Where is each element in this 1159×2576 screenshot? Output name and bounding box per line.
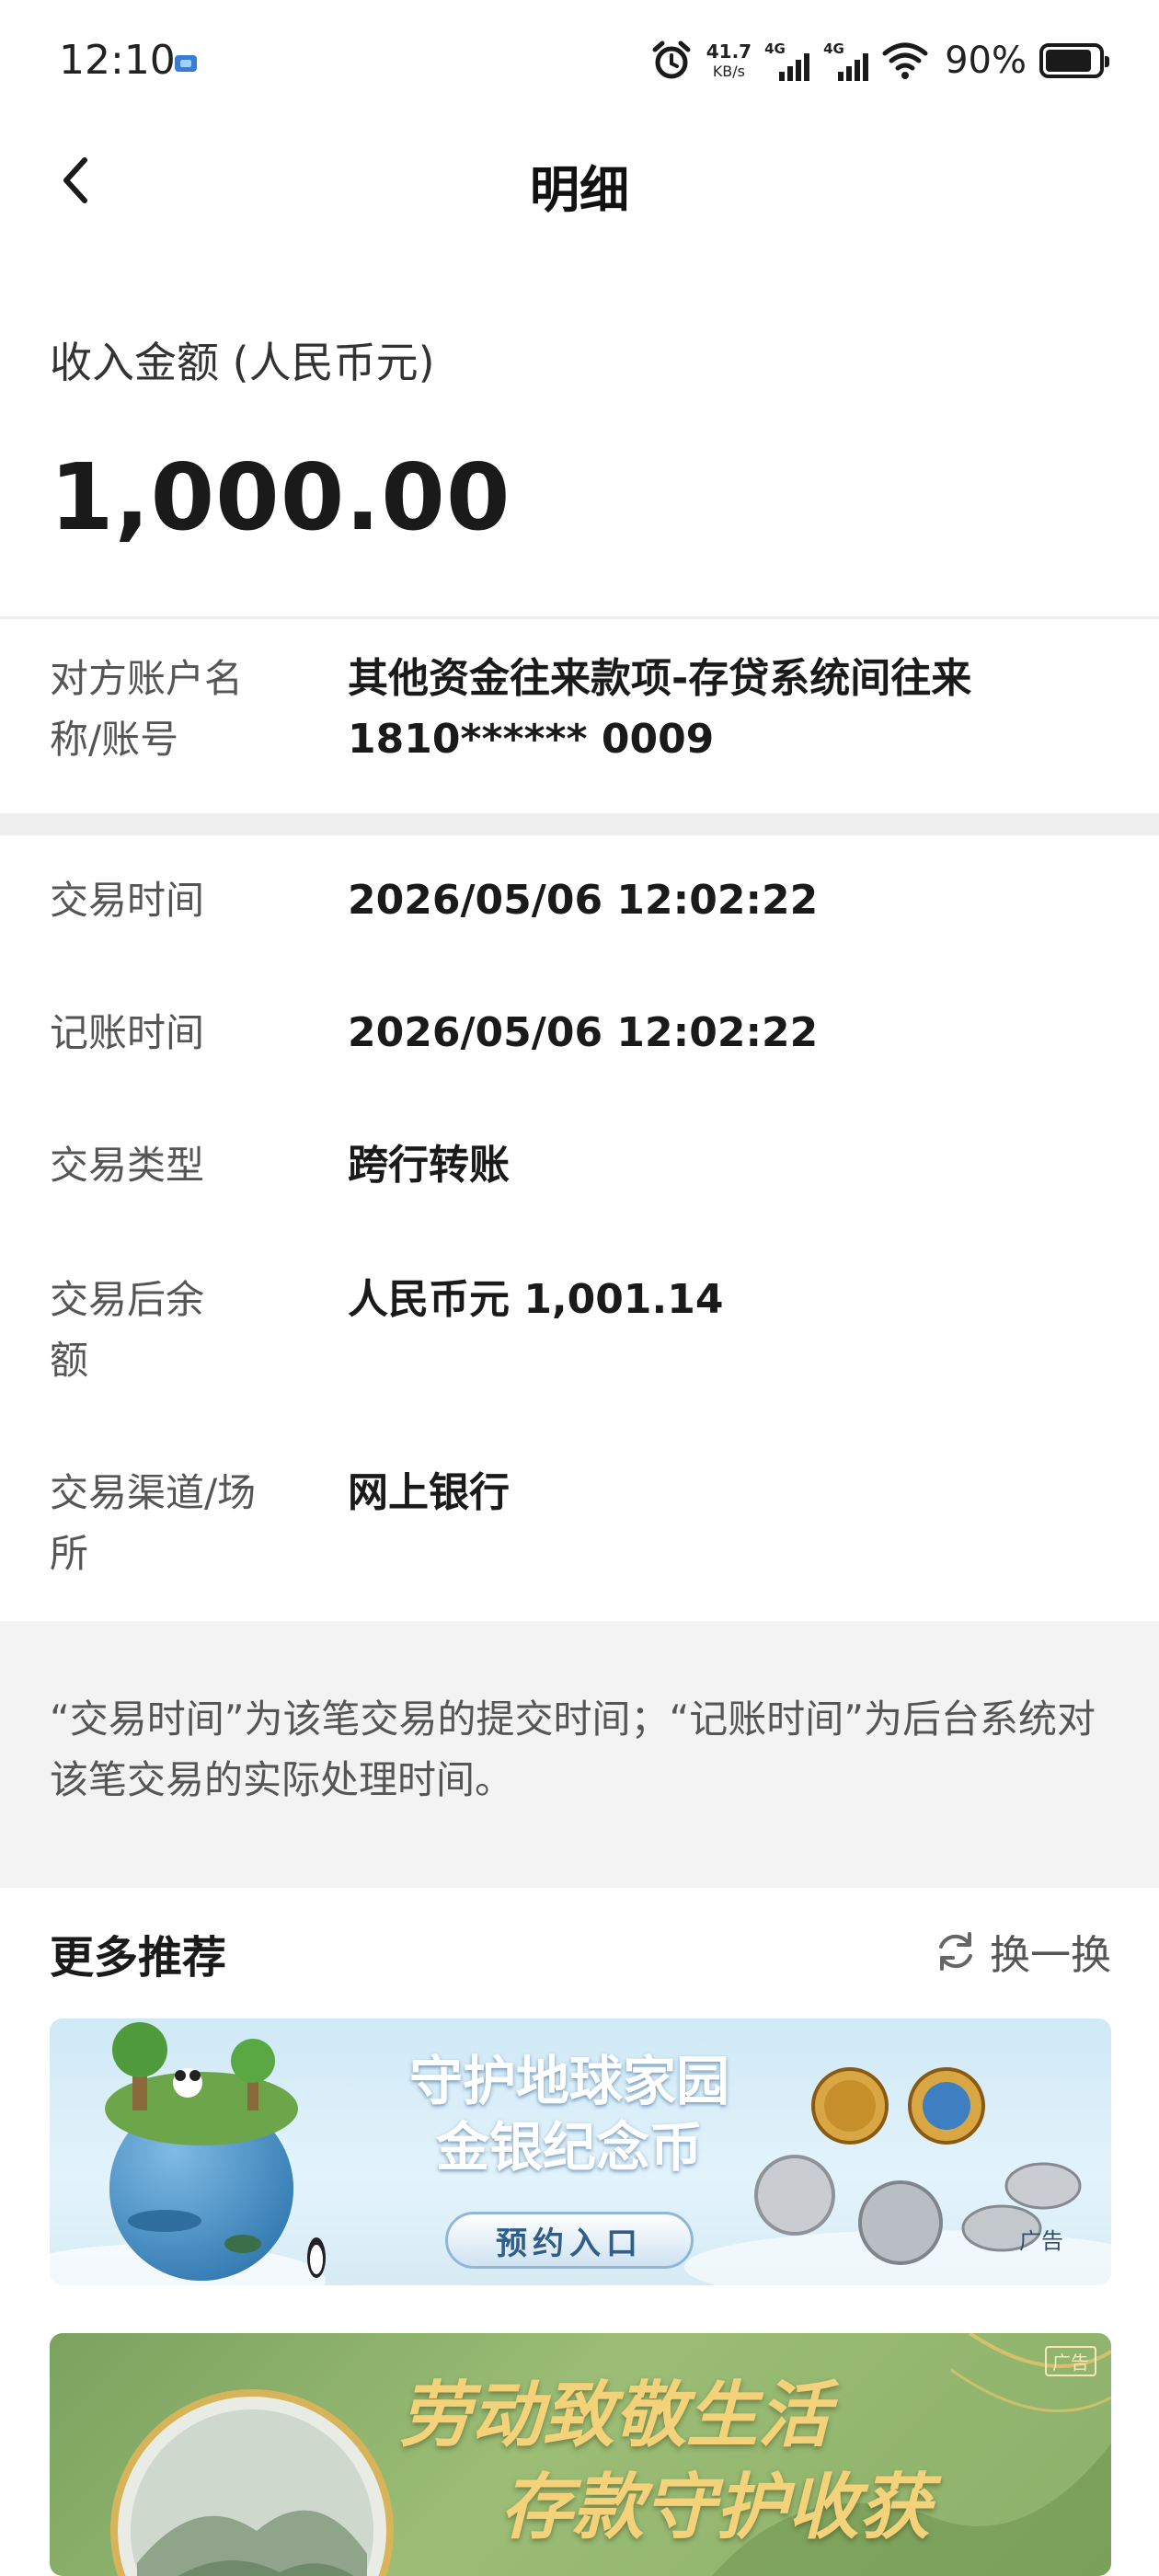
banner-coins-headline-line2: 金银纪念币 [435,2116,703,2179]
amount-value: 1,000.00 [50,443,511,551]
transaction-type-value: 跨行转账 [348,1142,510,1189]
sim1-signal-icon: 4G [764,40,810,81]
page-title: 明细 [530,161,629,219]
banner-deposit-headline-line2: 存款守护收获 [500,2467,932,2549]
booking-time-value: 2026/05/06 12:02:22 [348,1009,819,1056]
refresh-button[interactable]: 换一换 [933,1921,1111,1982]
section-separator [0,813,1159,835]
balance-after-value: 人民币元 1,001.14 [348,1276,724,1323]
battery-icon [1039,43,1109,78]
status-icons: 41.7 KB/s 4G 4G 90% [649,35,1109,86]
transaction-time-label: 交易时间 [50,878,205,923]
counterparty-label: 对方账户名称/账号 [50,656,244,762]
transaction-type-label: 交易类型 [50,1143,205,1188]
network-speed: 41.7 KB/s [706,42,752,79]
battery-percent: 90% [945,40,1027,82]
banner-deposit-headline: 劳动致敬生活 存款守护收获 [399,2370,931,2554]
banner-coins-cta-button[interactable]: 预约入口 [445,2212,694,2269]
status-time: 12:10 [59,37,176,84]
counterparty-value: 其他资金往来款项-存贷系统间往来 1810****** 0009 [348,655,972,763]
divider [0,616,1159,619]
sim2-signal-icon: 4G [823,40,869,81]
ad-tag: 广告 [1019,2228,1063,2254]
ad-tag: 广告 [1045,2346,1096,2376]
refresh-label: 换一换 [990,1932,1111,1979]
nav-bar: 明细 [0,125,1159,236]
status-bar: 12:10 41.7 KB/s 4G 4G 90% [0,0,1159,125]
promo-banner-deposit[interactable]: 广告 劳动致敬生活 存款守护收获 [50,2333,1111,2576]
recommend-title: 更多推荐 [50,1932,227,1984]
booking-time-label: 记账时间 [50,1010,205,1055]
app-notification-icon [175,55,197,72]
notice-text: “交易时间”为该笔交易的提交时间；“记账时间”为后台系统对该笔交易的实际处理时间… [50,1696,1096,1802]
amount-label: 收入金额 (人民币元) [50,338,435,387]
transaction-time-value: 2026/05/06 12:02:22 [348,877,819,924]
alarm-icon [652,40,691,79]
channel-value: 网上银行 [348,1469,510,1516]
network-speed-value: 41.7 [706,40,752,63]
refresh-icon [939,1932,972,1971]
notice-block: “交易时间”为该笔交易的提交时间；“记账时间”为后台系统对该笔交易的实际处理时间… [0,1621,1159,1888]
balance-after-label: 交易后余额 [50,1277,205,1383]
banner-coins-headline: 守护地球家园 金银纪念币 [353,2048,786,2180]
banner-coins-headline-line1: 守护地球家园 [408,2050,729,2112]
channel-label: 交易渠道/场所 [50,1470,257,1576]
wifi-icon [882,42,928,79]
network-speed-unit: KB/s [712,63,746,80]
banner-deposit-headline-line1: 劳动致敬生活 [399,2375,831,2457]
promo-banner-coins[interactable]: 守护地球家园 金银纪念币 预约入口 广告 [50,2018,1111,2285]
